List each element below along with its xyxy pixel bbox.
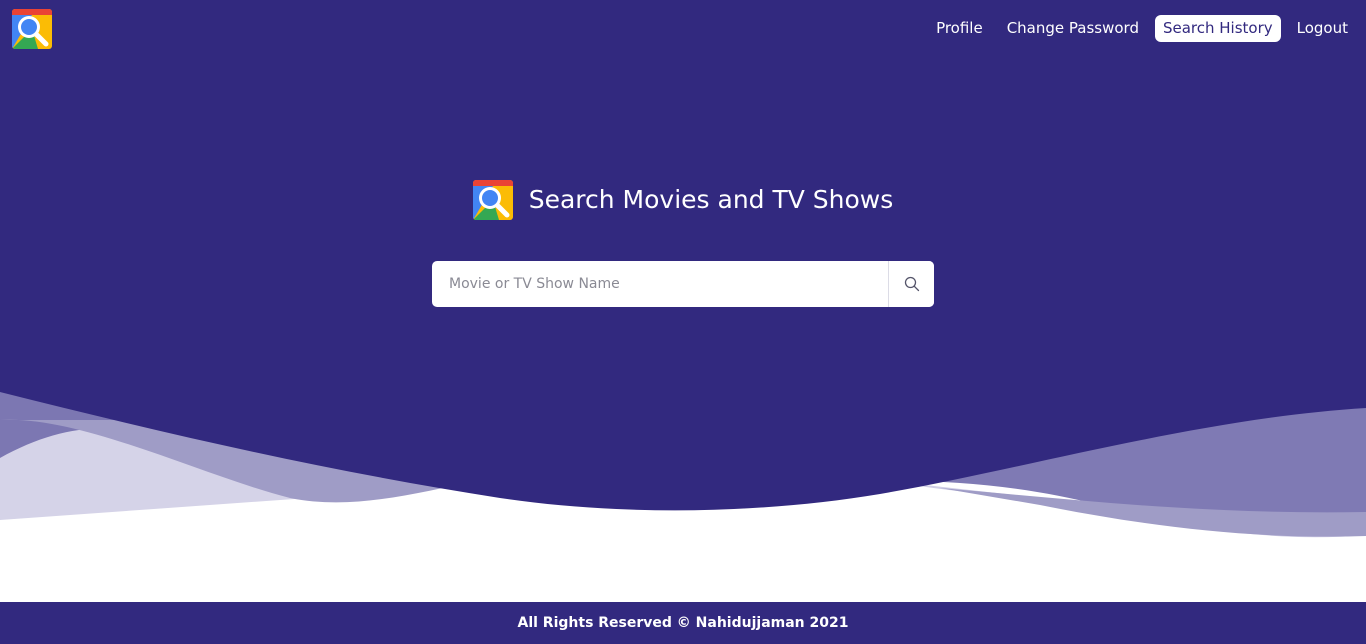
nav-change-password-link[interactable]: Change Password <box>999 15 1147 42</box>
nav-search-history-link[interactable]: Search History <box>1154 15 1281 42</box>
hero-section: Profile Change Password Search History L… <box>0 0 1366 602</box>
search-input[interactable] <box>432 261 888 307</box>
footer: All Rights Reserved © Nahidujjaman 2021 <box>0 602 1366 644</box>
footer-copyright: All Rights Reserved © Nahidujjaman 2021 <box>517 615 849 631</box>
hero-title-row: Search Movies and TV Shows <box>0 180 1366 220</box>
header-logo-icon[interactable] <box>12 9 52 49</box>
hero-logo-icon <box>472 180 513 220</box>
search-form <box>432 261 934 307</box>
nav-profile-link[interactable]: Profile <box>928 15 991 42</box>
search-button[interactable] <box>888 261 934 307</box>
search-icon <box>904 276 919 292</box>
page-title: Search Movies and TV Shows <box>528 185 894 214</box>
nav-logout-link[interactable]: Logout <box>1289 15 1356 42</box>
top-nav: Profile Change Password Search History L… <box>928 15 1356 42</box>
